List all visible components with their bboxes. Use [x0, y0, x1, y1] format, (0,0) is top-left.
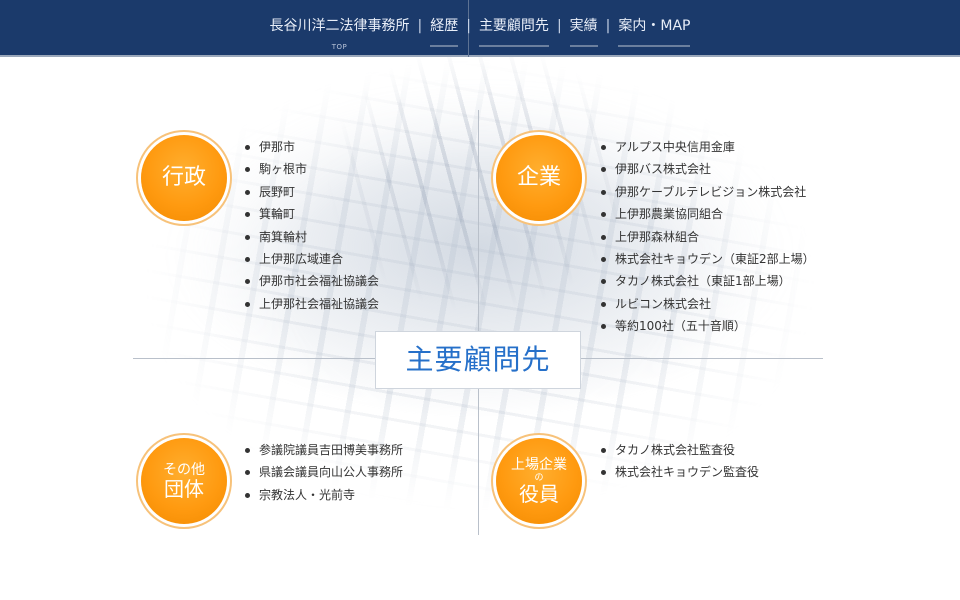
- list-item: 上伊那広域連合: [245, 248, 379, 270]
- list-item: 辰野町: [245, 181, 379, 203]
- list-item: 駒ヶ根市: [245, 158, 379, 180]
- nav-item-label: 経歴: [430, 18, 459, 34]
- list-item: 伊那ケーブルテレビジョン株式会社: [601, 181, 815, 203]
- list-item: 箕輪町: [245, 203, 379, 225]
- badge-label-line1: その他: [163, 462, 205, 478]
- nav-item-label: 実績: [569, 18, 598, 34]
- badge-label-line2: 団体: [164, 477, 204, 501]
- list-item: 南箕輪村: [245, 226, 379, 248]
- list-item: 参議院議員吉田博美事務所: [245, 439, 403, 461]
- badge-other: その他 団体: [141, 438, 227, 524]
- nav-item-top[interactable]: 長谷川洋二法律事務所 TOP: [262, 17, 418, 51]
- nav-underline: [430, 45, 459, 47]
- list-yakuin: タカノ株式会社監査役 株式会社キョウデン監査役: [601, 439, 759, 484]
- list-item: タカノ株式会社（東証1部上場）: [601, 270, 815, 292]
- nav-item-clients[interactable]: 主要顧問先: [471, 17, 557, 47]
- nav-item-results[interactable]: 実績: [562, 17, 606, 47]
- vertical-divider: [478, 110, 479, 535]
- badge-label: 行政: [161, 165, 206, 190]
- badge-label: 企業: [516, 165, 561, 190]
- nav-item-sublabel: TOP: [331, 43, 348, 51]
- nav-item-label: 主要顧問先: [478, 18, 549, 34]
- list-item: 伊那市: [245, 136, 379, 158]
- nav-item-label: 案内・MAP: [618, 18, 691, 34]
- nav-underline: [618, 45, 691, 47]
- list-item: 株式会社キョウデン（東証2部上場）: [601, 248, 815, 270]
- list-item: 等約100社（五十音順）: [601, 315, 815, 337]
- list-other: 参議院議員吉田博美事務所 県議会議員向山公人事務所 宗教法人・光前寺: [245, 439, 403, 506]
- list-item: 伊那市社会福祉協議会: [245, 270, 379, 292]
- page-title: 主要顧問先: [375, 331, 581, 389]
- list-item: 県議会議員向山公人事務所: [245, 461, 403, 483]
- badge-kigyo: 企業: [496, 135, 582, 221]
- list-item: 伊那バス株式会社: [601, 158, 815, 180]
- nav-item-career[interactable]: 経歴: [422, 17, 466, 47]
- badge-label-line3: 役員: [519, 482, 559, 506]
- badge-yakuin: 上場企業 の 役員: [496, 438, 582, 524]
- nav-item-map[interactable]: 案内・MAP: [610, 17, 698, 47]
- list-item: 上伊那社会福祉協議会: [245, 293, 379, 315]
- badge-gyosei: 行政: [141, 135, 227, 221]
- nav-underline: [569, 45, 598, 47]
- list-item: 宗教法人・光前寺: [245, 484, 403, 506]
- list-item: ルビコン株式会社: [601, 293, 815, 315]
- list-gyosei: 伊那市 駒ヶ根市 辰野町 箕輪町 南箕輪村 上伊那広域連合 伊那市社会福祉協議会…: [245, 136, 379, 315]
- nav-underline: [478, 45, 549, 47]
- list-item: アルプス中央信用金庫: [601, 136, 815, 158]
- list-item: 上伊那農業協同組合: [601, 203, 815, 225]
- list-item: 株式会社キョウデン監査役: [601, 461, 759, 483]
- main-nav: 長谷川洋二法律事務所 TOP | 経歴 | 主要顧問先 | 実績 | 案内・MA…: [0, 0, 960, 55]
- list-kigyo: アルプス中央信用金庫 伊那バス株式会社 伊那ケーブルテレビジョン株式会社 上伊那…: [601, 136, 815, 338]
- list-item: タカノ株式会社監査役: [601, 439, 759, 461]
- list-item: 上伊那森林組合: [601, 226, 815, 248]
- badge-label-line1: 上場企業: [511, 457, 567, 473]
- nav-item-label: 長谷川洋二法律事務所: [269, 18, 410, 34]
